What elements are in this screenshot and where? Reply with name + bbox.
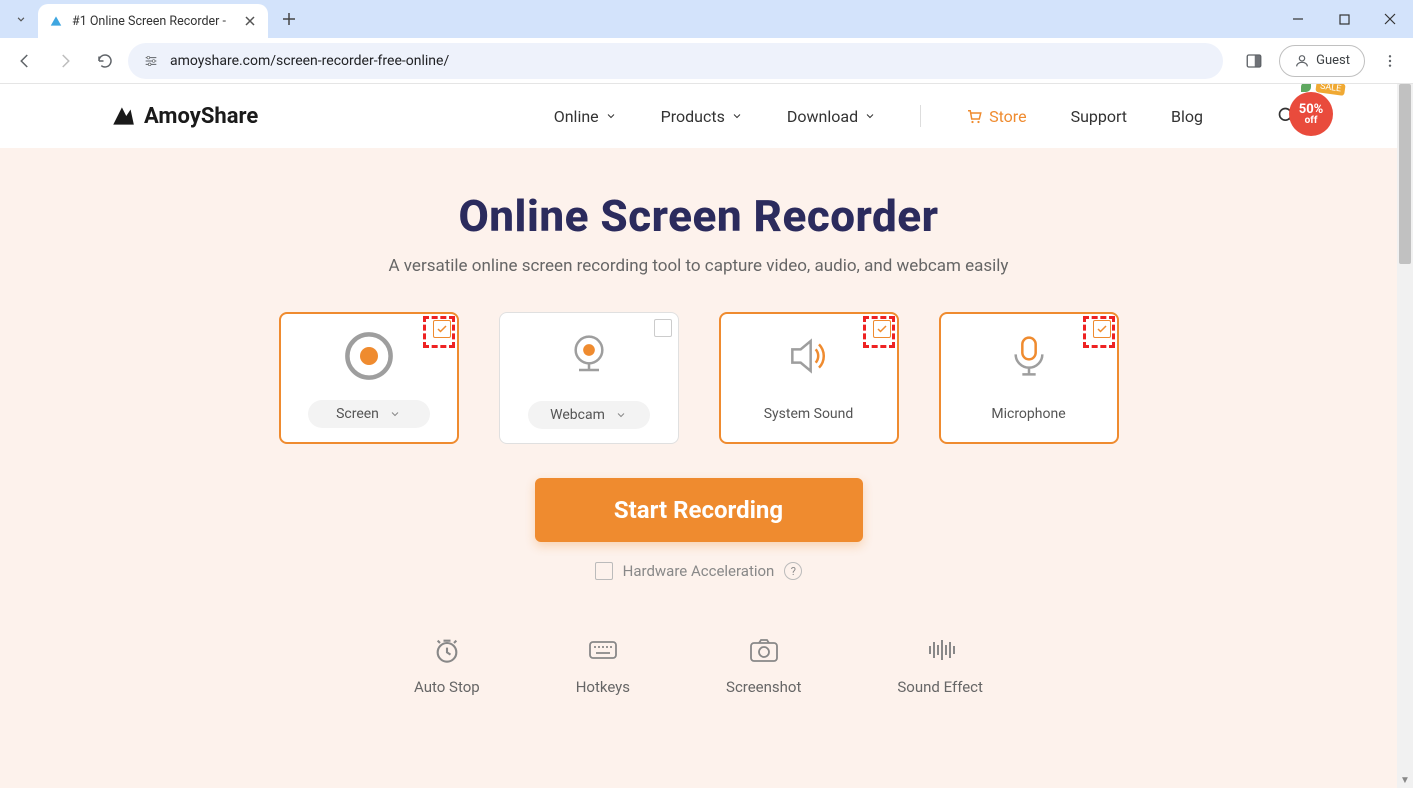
- hardware-acceleration-checkbox[interactable]: [595, 562, 613, 580]
- tab-close-button[interactable]: [242, 13, 258, 29]
- option-microphone-label: Microphone: [991, 400, 1065, 428]
- maximize-icon: [1339, 14, 1350, 25]
- arrow-left-icon: [16, 52, 34, 70]
- site-header: AmoyShare Online Products Download Store…: [0, 84, 1397, 148]
- nav-divider: [920, 105, 921, 127]
- nav-store[interactable]: Store: [965, 107, 1026, 126]
- close-window-button[interactable]: [1367, 0, 1413, 38]
- option-system-sound[interactable]: System Sound: [719, 312, 899, 444]
- clock-icon: [433, 636, 461, 664]
- forward-button[interactable]: [48, 44, 82, 78]
- logo-text: AmoyShare: [144, 104, 258, 129]
- nav-online[interactable]: Online: [554, 107, 617, 126]
- side-panel-button[interactable]: [1239, 46, 1269, 76]
- logo-icon: [110, 103, 136, 129]
- leaf-icon: [1301, 84, 1311, 92]
- chevron-down-icon: [14, 12, 28, 26]
- site-settings-icon[interactable]: [142, 52, 160, 70]
- feature-row: Auto Stop Hotkeys Screenshot Sound Effec…: [0, 636, 1397, 696]
- webcam-icon: [564, 327, 614, 383]
- option-microphone[interactable]: Microphone: [939, 312, 1119, 444]
- option-system-sound-checkbox[interactable]: [873, 320, 891, 338]
- nav-blog[interactable]: Blog: [1171, 107, 1203, 126]
- page-subtitle: A versatile online screen recording tool…: [0, 256, 1397, 276]
- minimize-button[interactable]: [1275, 0, 1321, 38]
- sale-badge[interactable]: SALE 50% off: [1285, 84, 1339, 138]
- panel-icon: [1245, 52, 1263, 70]
- hardware-acceleration-row: Hardware Acceleration ?: [0, 562, 1397, 580]
- waveform-icon: [923, 636, 957, 664]
- person-icon: [1294, 53, 1310, 69]
- option-webcam-dropdown[interactable]: Webcam: [528, 401, 650, 429]
- feature-screenshot[interactable]: Screenshot: [726, 636, 801, 696]
- chevron-down-icon: [864, 110, 876, 122]
- chevron-down-icon: [615, 409, 627, 421]
- reload-button[interactable]: [88, 44, 122, 78]
- close-icon: [245, 16, 255, 26]
- sale-circle: 50% off: [1289, 92, 1333, 136]
- hardware-acceleration-label: Hardware Acceleration: [623, 562, 775, 580]
- browser-menu-button[interactable]: [1375, 46, 1405, 76]
- option-microphone-checkbox[interactable]: [1093, 320, 1111, 338]
- microphone-icon: [1004, 328, 1054, 384]
- page-title: Online Screen Recorder: [0, 190, 1397, 242]
- screen-icon: [342, 328, 396, 384]
- window-controls: [1275, 0, 1413, 38]
- hero-section: Online Screen Recorder A versatile onlin…: [0, 148, 1397, 788]
- new-tab-button[interactable]: [274, 4, 304, 34]
- minimize-icon: [1292, 13, 1304, 25]
- browser-toolbar: amoyshare.com/screen-recorder-free-onlin…: [0, 38, 1413, 84]
- scrollbar[interactable]: ▲ ▼: [1397, 84, 1413, 788]
- tab-search-dropdown[interactable]: [6, 4, 36, 34]
- back-button[interactable]: [8, 44, 42, 78]
- option-webcam-checkbox[interactable]: [654, 319, 672, 337]
- scroll-down-icon[interactable]: ▼: [1397, 772, 1413, 788]
- browser-tab[interactable]: #1 Online Screen Recorder -: [38, 4, 268, 38]
- question-icon: ?: [791, 565, 796, 578]
- site-logo[interactable]: AmoyShare: [110, 103, 258, 129]
- profile-chip[interactable]: Guest: [1279, 45, 1365, 77]
- speaker-icon: [784, 328, 834, 384]
- main-nav: Online Products Download Store Support B…: [554, 105, 1297, 127]
- arrow-right-icon: [56, 52, 74, 70]
- check-icon: [876, 323, 888, 335]
- option-screen[interactable]: Screen: [279, 312, 459, 444]
- keyboard-icon: [588, 636, 618, 664]
- url-text: amoyshare.com/screen-recorder-free-onlin…: [170, 53, 449, 69]
- feature-auto-stop[interactable]: Auto Stop: [414, 636, 480, 696]
- maximize-button[interactable]: [1321, 0, 1367, 38]
- nav-products[interactable]: Products: [661, 107, 743, 126]
- check-icon: [436, 323, 448, 335]
- address-bar[interactable]: amoyshare.com/screen-recorder-free-onlin…: [128, 43, 1223, 79]
- feature-sound-effect[interactable]: Sound Effect: [897, 636, 983, 696]
- plus-icon: [282, 12, 296, 26]
- nav-support[interactable]: Support: [1071, 107, 1127, 126]
- option-webcam[interactable]: Webcam: [499, 312, 679, 444]
- feature-hotkeys[interactable]: Hotkeys: [576, 636, 630, 696]
- start-recording-button[interactable]: Start Recording: [535, 478, 863, 542]
- chevron-down-icon: [389, 408, 401, 420]
- favicon-icon: [48, 13, 64, 29]
- scrollbar-thumb[interactable]: [1399, 84, 1411, 264]
- kebab-icon: [1382, 53, 1398, 69]
- chevron-down-icon: [731, 110, 743, 122]
- recording-options: Screen Webcam: [0, 312, 1397, 444]
- cart-icon: [965, 107, 983, 125]
- option-screen-checkbox[interactable]: [433, 320, 451, 338]
- page-viewport: AmoyShare Online Products Download Store…: [0, 84, 1413, 788]
- profile-label: Guest: [1316, 53, 1350, 68]
- check-icon: [1096, 323, 1108, 335]
- hardware-acceleration-help[interactable]: ?: [784, 562, 802, 580]
- camera-icon: [749, 636, 779, 664]
- browser-titlebar: #1 Online Screen Recorder -: [0, 0, 1413, 38]
- chevron-down-icon: [605, 110, 617, 122]
- close-icon: [1384, 13, 1396, 25]
- reload-icon: [96, 52, 114, 70]
- nav-download[interactable]: Download: [787, 107, 876, 126]
- option-system-sound-label: System Sound: [764, 400, 854, 428]
- option-screen-dropdown[interactable]: Screen: [308, 400, 430, 428]
- tab-title: #1 Online Screen Recorder -: [72, 14, 234, 29]
